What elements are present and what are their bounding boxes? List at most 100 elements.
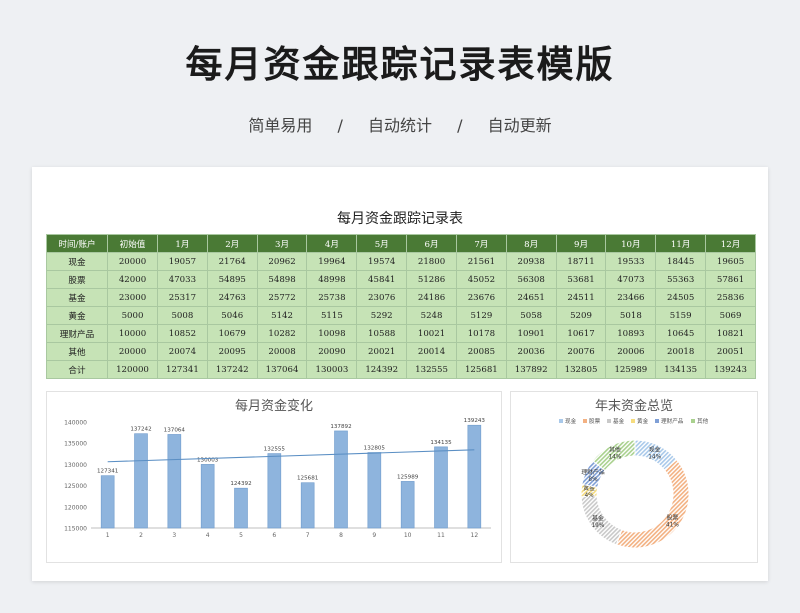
table-cell[interactable]: 132805 [555,360,607,379]
table-cell[interactable]: 5115 [306,306,358,325]
table-cell[interactable]: 5069 [705,306,756,325]
table-cell[interactable]: 51286 [406,270,457,289]
legend-label: 基金 [613,417,625,425]
table-cell[interactable]: 127341 [157,360,208,379]
table-cell[interactable]: 24651 [505,288,557,307]
table-cell[interactable]: 23000 [107,288,158,307]
table-cell[interactable]: 20021 [356,342,408,361]
table-cell[interactable]: 5248 [406,306,457,325]
table-cell[interactable]: 5209 [555,306,607,325]
table-cell[interactable]: 19574 [356,252,408,271]
table-cell[interactable]: 10617 [555,324,607,343]
table-cell[interactable]: 20008 [256,342,308,361]
table-cell[interactable]: 45052 [455,270,507,289]
table-cell[interactable]: 5018 [605,306,657,325]
table-cell[interactable]: 19605 [705,252,756,271]
table-cell[interactable]: 20051 [705,342,756,361]
table-cell[interactable]: 10821 [705,324,756,343]
table-cell[interactable]: 56308 [505,270,557,289]
table-cell[interactable]: 5129 [455,306,507,325]
table-cell[interactable]: 21561 [455,252,507,271]
y-tick-label: 130000 [64,462,87,469]
table-cell[interactable]: 18711 [555,252,607,271]
table-cell[interactable]: 20018 [655,342,707,361]
table-cell[interactable]: 5058 [505,306,557,325]
row-label[interactable]: 黄金 [46,306,108,325]
row-label[interactable]: 合计 [46,360,108,379]
table-cell[interactable]: 10282 [256,324,308,343]
table-cell[interactable]: 55363 [655,270,707,289]
table-cell[interactable]: 125989 [605,360,657,379]
table-cell[interactable]: 10852 [157,324,208,343]
table-cell[interactable]: 57861 [705,270,756,289]
table-cell[interactable]: 10178 [455,324,507,343]
row-label[interactable]: 理财产品 [46,324,108,343]
row-label[interactable]: 股票 [46,270,108,289]
table-cell[interactable]: 125681 [455,360,507,379]
table-cell[interactable]: 19533 [605,252,657,271]
table-cell[interactable]: 25738 [306,288,358,307]
table-cell[interactable]: 5159 [655,306,707,325]
table-cell[interactable]: 20076 [555,342,607,361]
table-cell[interactable]: 45841 [356,270,408,289]
table-cell[interactable]: 25836 [705,288,756,307]
table-cell[interactable]: 20962 [256,252,308,271]
table-cell[interactable]: 124392 [356,360,408,379]
table-cell[interactable]: 21764 [206,252,258,271]
table-cell[interactable]: 20085 [455,342,507,361]
table-cell[interactable]: 20000 [107,342,158,361]
table-cell[interactable]: 21800 [406,252,457,271]
table-cell[interactable]: 10901 [505,324,557,343]
table-cell[interactable]: 20938 [505,252,557,271]
table-cell[interactable]: 23676 [455,288,507,307]
table-cell[interactable]: 19057 [157,252,208,271]
table-cell[interactable]: 10893 [605,324,657,343]
table-cell[interactable]: 5008 [157,306,208,325]
table-cell[interactable]: 20095 [206,342,258,361]
table-cell[interactable]: 24505 [655,288,707,307]
table-cell[interactable]: 25772 [256,288,308,307]
table-cell[interactable]: 54898 [256,270,308,289]
table-cell[interactable]: 20014 [406,342,457,361]
table-cell[interactable]: 139243 [705,360,756,379]
table-cell[interactable]: 53681 [555,270,607,289]
table-cell[interactable]: 24511 [555,288,607,307]
row-label[interactable]: 其他 [46,342,108,361]
table-cell[interactable]: 25317 [157,288,208,307]
table-cell[interactable]: 137892 [505,360,557,379]
table-cell[interactable]: 5292 [356,306,408,325]
table-cell[interactable]: 120000 [107,360,158,379]
table-cell[interactable]: 137064 [256,360,308,379]
table-cell[interactable]: 10679 [206,324,258,343]
table-cell[interactable]: 19964 [306,252,358,271]
table-cell[interactable]: 24763 [206,288,258,307]
table-cell[interactable]: 23076 [356,288,408,307]
table-cell[interactable]: 20036 [505,342,557,361]
table-cell[interactable]: 10645 [655,324,707,343]
table-cell[interactable]: 24186 [406,288,457,307]
table-cell[interactable]: 23466 [605,288,657,307]
table-cell[interactable]: 10000 [107,324,158,343]
row-label[interactable]: 现金 [46,252,108,271]
row-label[interactable]: 基金 [46,288,108,307]
table-cell[interactable]: 54895 [206,270,258,289]
table-cell[interactable]: 20006 [605,342,657,361]
table-cell[interactable]: 20074 [157,342,208,361]
table-cell[interactable]: 47033 [157,270,208,289]
table-cell[interactable]: 5000 [107,306,158,325]
table-cell[interactable]: 10021 [406,324,457,343]
table-cell[interactable]: 18445 [655,252,707,271]
table-cell[interactable]: 5046 [206,306,258,325]
table-cell[interactable]: 132555 [406,360,457,379]
table-cell[interactable]: 134135 [655,360,707,379]
table-cell[interactable]: 42000 [107,270,158,289]
table-cell[interactable]: 137242 [206,360,258,379]
table-cell[interactable]: 48998 [306,270,358,289]
table-cell[interactable]: 10098 [306,324,358,343]
table-cell[interactable]: 20000 [107,252,158,271]
table-cell[interactable]: 5142 [256,306,308,325]
table-cell[interactable]: 10588 [356,324,408,343]
table-cell[interactable]: 20090 [306,342,358,361]
table-cell[interactable]: 130003 [306,360,358,379]
table-cell[interactable]: 47073 [605,270,657,289]
